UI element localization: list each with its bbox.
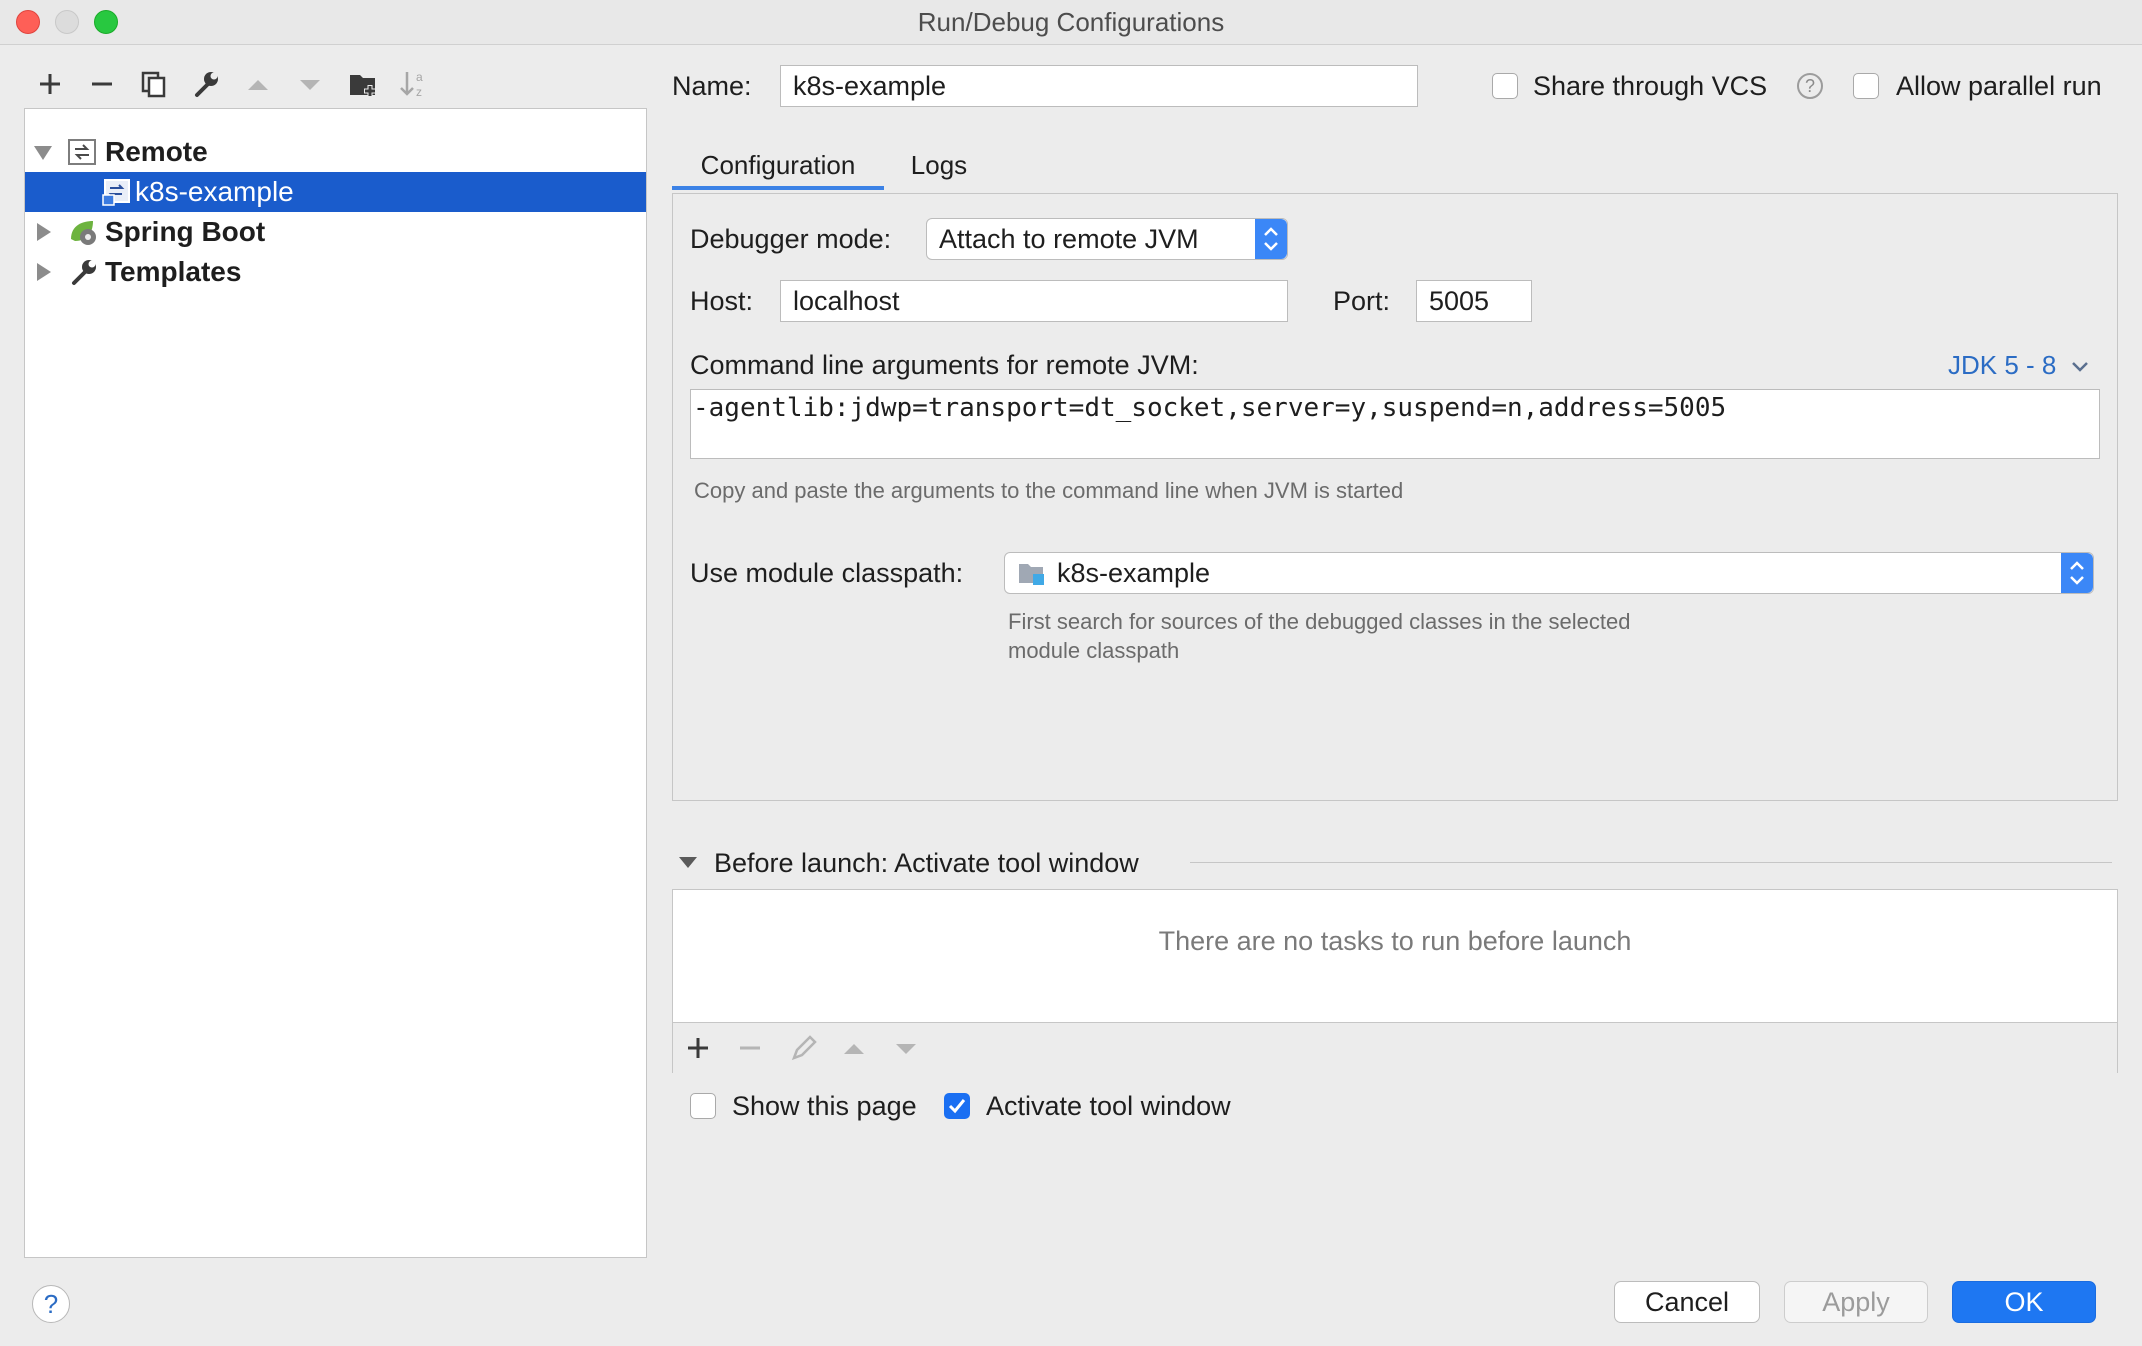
- window-title: Run/Debug Configurations: [917, 7, 1225, 37]
- help-icon[interactable]: ?: [1797, 73, 1823, 99]
- before-launch-title: Before launch: Activate tool window: [714, 848, 1139, 878]
- new-folder-button[interactable]: [344, 64, 384, 104]
- arrow-down-icon: [300, 80, 320, 90]
- tree-item-label: k8s-example: [135, 176, 294, 207]
- tab-configuration[interactable]: Configuration: [672, 140, 884, 190]
- jdk-version-label: JDK 5 - 8: [1948, 350, 2057, 380]
- tree-item-label: Templates: [105, 256, 242, 287]
- add-configuration-button[interactable]: [30, 64, 70, 104]
- expanded-arrow-icon[interactable]: [31, 140, 55, 164]
- chevron-down-icon: [2071, 362, 2088, 372]
- move-task-up-icon[interactable]: [841, 1035, 867, 1061]
- cmd-args-hint: Copy and paste the arguments to the comm…: [694, 478, 1404, 503]
- tasks-toolbar: [673, 1022, 2117, 1073]
- port-label: Port:: [1333, 286, 1391, 316]
- module-folder-icon: [1019, 564, 1044, 585]
- arrow-up-icon: [248, 80, 268, 90]
- tree-item-label: Spring Boot: [105, 216, 266, 247]
- debugger-mode-value: Attach to remote JVM: [939, 224, 1199, 254]
- remove-configuration-button[interactable]: [82, 64, 122, 104]
- host-input[interactable]: localhost: [780, 280, 1288, 322]
- module-classpath-hint-line-2: module classpath: [1008, 638, 1180, 663]
- section-divider: [1190, 862, 2112, 863]
- name-input[interactable]: k8s-example: [780, 65, 1418, 107]
- spring-boot-icon: [71, 221, 96, 245]
- dropdown-stepper-icon: [2061, 553, 2093, 593]
- edit-defaults-button[interactable]: [186, 64, 226, 104]
- add-task-icon[interactable]: [685, 1035, 711, 1061]
- collapse-before-launch-icon[interactable]: [676, 852, 700, 872]
- tree-item-templates[interactable]: Templates: [25, 252, 646, 292]
- configuration-tree[interactable]: Remote k8s-example Spring Boot Templates: [24, 108, 647, 1258]
- svg-text:a: a: [416, 70, 423, 84]
- sort-alpha-icon: az: [400, 70, 423, 99]
- svg-text:z: z: [416, 85, 422, 99]
- cmd-args-textarea[interactable]: -agentlib:jdwp=transport=dt_socket,serve…: [690, 389, 2100, 459]
- copy-icon: [141, 71, 166, 98]
- minus-icon: [92, 82, 112, 86]
- name-label: Name:: [672, 71, 752, 101]
- share-vcs-label: Share through VCS: [1533, 71, 1768, 101]
- module-classpath-label: Use module classpath:: [690, 558, 964, 588]
- allow-parallel-label: Allow parallel run: [1896, 71, 2102, 101]
- plus-icon: [40, 74, 60, 94]
- tree-item-k8s-example[interactable]: k8s-example: [25, 172, 646, 212]
- move-up-button[interactable]: [238, 64, 278, 104]
- show-this-page-label: Show this page: [732, 1091, 917, 1121]
- cmd-args-label: Command line arguments for remote JVM:: [690, 350, 1199, 380]
- activate-tool-window-label: Activate tool window: [986, 1091, 1231, 1121]
- activate-tool-window-checkbox[interactable]: [944, 1093, 970, 1119]
- cancel-button[interactable]: Cancel: [1614, 1281, 1760, 1323]
- collapsed-arrow-icon[interactable]: [31, 260, 55, 284]
- collapsed-arrow-icon[interactable]: [31, 220, 55, 244]
- folder-add-icon: [350, 75, 376, 97]
- share-vcs-checkbox[interactable]: [1492, 73, 1518, 99]
- dropdown-stepper-icon: [1255, 219, 1287, 259]
- host-label: Host:: [690, 286, 754, 316]
- tree-item-label: Remote: [105, 136, 208, 167]
- tab-logs[interactable]: Logs: [894, 140, 984, 190]
- wrench-icon: [72, 260, 96, 285]
- empty-tasks-message: There are no tasks to run before launch: [1158, 926, 1632, 956]
- checkmark-icon: [948, 1099, 966, 1114]
- tree-item-remote[interactable]: Remote: [25, 132, 646, 172]
- show-this-page-checkbox[interactable]: [690, 1093, 716, 1119]
- wrench-icon: [195, 72, 218, 97]
- ok-button[interactable]: OK: [1952, 1281, 2096, 1323]
- debugger-mode-select[interactable]: Attach to remote JVM: [926, 218, 1288, 260]
- help-button[interactable]: ?: [32, 1285, 70, 1323]
- debugger-mode-label: Debugger mode:: [690, 224, 892, 254]
- remove-task-icon[interactable]: [737, 1035, 763, 1061]
- move-down-button[interactable]: [290, 64, 330, 104]
- title-bar: Run/Debug Configurations: [0, 0, 2142, 45]
- module-classpath-value: k8s-example: [1057, 558, 1211, 588]
- remote-config-icon: [102, 179, 130, 206]
- apply-button[interactable]: Apply: [1784, 1281, 1928, 1323]
- edit-task-icon[interactable]: [789, 1033, 819, 1063]
- jdk-version-link[interactable]: JDK 5 - 8: [1948, 350, 2090, 381]
- move-task-down-icon[interactable]: [893, 1035, 919, 1061]
- port-input[interactable]: 5005: [1416, 280, 1532, 322]
- sort-button[interactable]: az: [394, 64, 434, 104]
- module-classpath-select[interactable]: k8s-example: [1004, 552, 2094, 594]
- copy-configuration-button[interactable]: [134, 64, 174, 104]
- remote-icon: [68, 139, 96, 165]
- tree-item-spring-boot[interactable]: Spring Boot: [25, 212, 646, 252]
- allow-parallel-checkbox[interactable]: [1853, 73, 1879, 99]
- module-classpath-hint-line-1: First search for sources of the debugged…: [1008, 609, 1631, 634]
